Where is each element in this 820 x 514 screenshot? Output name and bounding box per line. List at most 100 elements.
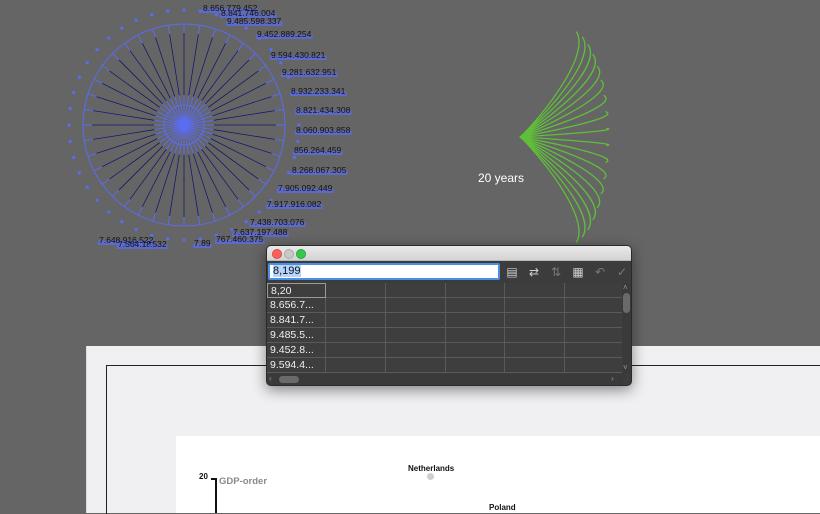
scroll-up-icon[interactable]: ˄ xyxy=(623,283,628,292)
spoke-shadow xyxy=(118,59,164,105)
transpose-icon[interactable]: ⇄ xyxy=(525,264,543,280)
ring-dot xyxy=(120,26,124,30)
grid-cell[interactable] xyxy=(446,328,505,343)
grid-cell[interactable] xyxy=(565,328,623,343)
grid-cell[interactable] xyxy=(505,298,565,313)
grid-cell[interactable]: 9.594.4... xyxy=(267,358,326,373)
scroll-right-icon[interactable]: › xyxy=(611,374,614,383)
ring-dot xyxy=(77,75,81,79)
apply-icon[interactable]: ✓ xyxy=(613,264,631,280)
grid-cell[interactable] xyxy=(505,328,565,343)
graph-data-window: 8,199 ▤ ⇄ ⇅ ▦ ↶ ✓ 8,20 8.656.7... 8.841.7.… xyxy=(266,245,632,386)
grid-cell[interactable] xyxy=(446,313,505,328)
pie-value-labels: 8.656.779.4528.841.746.0049.485.598.3379… xyxy=(98,3,352,249)
grid-cell[interactable] xyxy=(565,283,623,298)
grid-cell[interactable] xyxy=(505,313,565,328)
maximize-icon[interactable] xyxy=(296,249,306,259)
hub xyxy=(178,119,190,131)
grid-cell[interactable] xyxy=(505,283,565,298)
grid-cell[interactable] xyxy=(326,343,386,358)
ring-dot xyxy=(120,220,124,224)
spoke-shadow xyxy=(204,145,250,191)
grid-cell[interactable] xyxy=(446,283,505,298)
data-grid[interactable]: 8,20 8.656.7... 8.841.7... 9.485.5... 9.452.… xyxy=(267,283,623,374)
spoke-shadow xyxy=(129,50,167,101)
ring-dot xyxy=(107,36,111,40)
horizontal-scrollbar[interactable]: ‹ › xyxy=(267,374,623,385)
scroll-down-icon[interactable]: ˅ xyxy=(623,363,628,372)
horizontal-scroll-thumb[interactable] xyxy=(279,376,299,383)
ring-dot xyxy=(166,237,170,241)
pie-value-label: 9.452.889.254 xyxy=(257,29,312,39)
grid-cell[interactable] xyxy=(386,283,446,298)
grid-cell[interactable] xyxy=(386,328,446,343)
ring-dot xyxy=(107,210,111,214)
grid-cell[interactable]: 9.452.8... xyxy=(267,343,326,358)
grid-cell[interactable] xyxy=(326,328,386,343)
table-row: 8.841.7... xyxy=(267,313,623,328)
switch-xy-icon[interactable]: ⇅ xyxy=(547,264,565,280)
table-row: 9.594.4... xyxy=(267,358,623,373)
cell-style-icon[interactable]: ▦ xyxy=(569,264,587,280)
minimize-icon[interactable] xyxy=(284,249,294,259)
grid-cell[interactable]: 8.841.7... xyxy=(267,313,326,328)
spoke-shadow xyxy=(109,70,160,108)
grid-cell[interactable] xyxy=(326,298,386,313)
grid-cell[interactable]: 8,20 xyxy=(267,283,326,298)
ring-dot xyxy=(182,238,186,242)
ring-dot xyxy=(134,228,138,232)
radial-spoke-chart[interactable] xyxy=(82,23,286,227)
pie-value-label: 7.564.18 xyxy=(118,239,151,249)
ring-dot xyxy=(244,26,248,30)
years-label: 20 years xyxy=(478,171,525,185)
grid-cell[interactable] xyxy=(505,343,565,358)
scroll-left-icon[interactable]: ‹ xyxy=(269,374,272,383)
ring-dot xyxy=(95,48,99,52)
ring-dot xyxy=(134,18,138,22)
close-icon[interactable] xyxy=(272,249,282,259)
ring-dot xyxy=(244,220,248,224)
grid-cell[interactable] xyxy=(565,298,623,313)
fan-curve xyxy=(519,43,591,138)
grid-cell[interactable] xyxy=(326,313,386,328)
grid-cell[interactable] xyxy=(326,283,386,298)
ring-dot xyxy=(85,61,89,65)
spoke-shadow xyxy=(109,142,160,180)
window-titlebar[interactable] xyxy=(267,246,631,261)
grid-cell[interactable] xyxy=(505,358,565,373)
country-dot-netherlands[interactable] xyxy=(427,473,434,480)
pie-value-label: 8.060.903.858 xyxy=(296,125,351,135)
pie-value-label: 856.264.459 xyxy=(294,145,342,155)
vertical-scrollbar[interactable]: ˄ ˅ xyxy=(622,283,631,374)
cell-value-input[interactable]: 8,199 xyxy=(268,263,500,280)
y-axis-value: 20 xyxy=(199,472,208,481)
grid-cell[interactable]: 8.656.7... xyxy=(267,298,326,313)
fan-curve xyxy=(519,136,591,231)
grid-cell[interactable] xyxy=(446,343,505,358)
pie-value-label: 8.821.434.308 xyxy=(296,105,351,115)
pie-value-label: 767.460.375 xyxy=(216,234,264,244)
pie-value-label: 8.932.233.341 xyxy=(291,86,346,96)
revert-icon[interactable]: ↶ xyxy=(591,264,609,280)
grid-cell[interactable] xyxy=(386,358,446,373)
ring-dot xyxy=(198,9,202,13)
grid-cell[interactable] xyxy=(565,313,623,328)
grid-cell[interactable] xyxy=(565,358,623,373)
grid-cell[interactable] xyxy=(326,358,386,373)
spoke-shadow xyxy=(201,149,239,200)
vertical-scroll-thumb[interactable] xyxy=(623,293,630,313)
grid-cell[interactable] xyxy=(446,298,505,313)
grid-cell[interactable] xyxy=(386,343,446,358)
grid-cell[interactable] xyxy=(565,343,623,358)
curve-fan-graphic[interactable] xyxy=(519,31,610,243)
country-label-netherlands: Netherlands xyxy=(408,464,455,473)
grid-cell[interactable] xyxy=(386,298,446,313)
grid-cell[interactable] xyxy=(386,313,446,328)
grid-cell[interactable]: 9.485.5... xyxy=(267,328,326,343)
grid-cell[interactable] xyxy=(446,358,505,373)
ring-dot xyxy=(67,123,71,127)
pie-value-label: 9.485.598.337 xyxy=(227,16,282,26)
import-data-icon[interactable]: ▤ xyxy=(503,264,521,280)
ring-dot xyxy=(150,13,154,17)
chart-area: 20 GDP-order Netherlands Poland xyxy=(176,436,820,513)
